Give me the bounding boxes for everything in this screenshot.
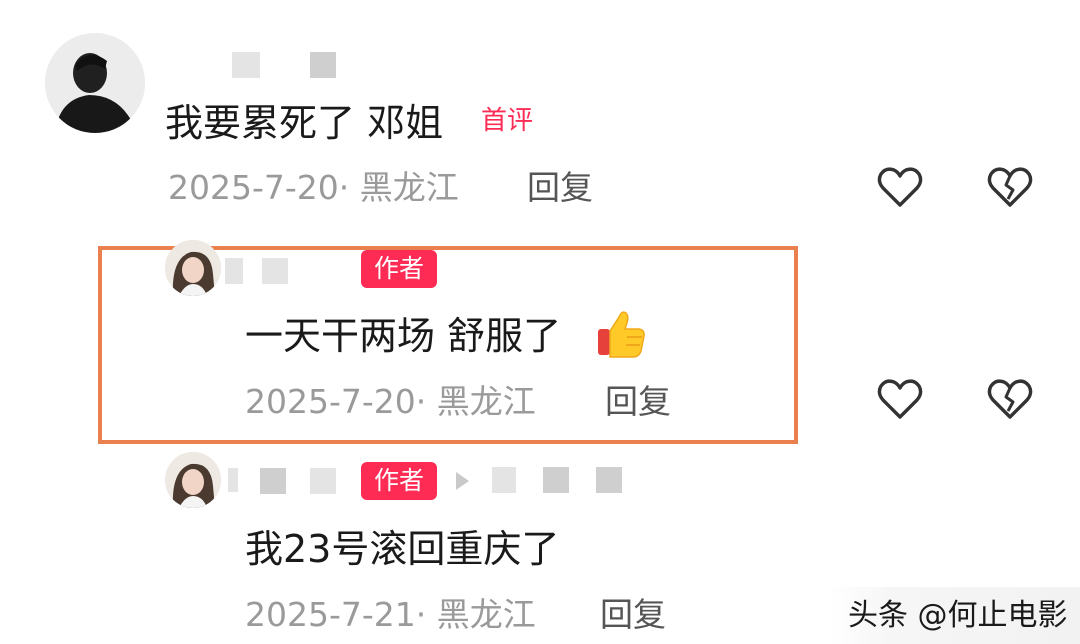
comment-meta: 2025-7-21· 黑龙江 [245,595,536,634]
reply-button[interactable]: 回复 [527,168,593,208]
author-badge: 作者 [361,462,437,500]
broken-heart-icon[interactable] [985,163,1035,213]
blurred-username [492,467,516,493]
author-badge: 作者 [361,250,437,288]
avatar-photo [45,33,145,133]
comment-text: 一天干两场 舒服了 [245,314,562,358]
first-comment-badge: 首评 [481,106,534,136]
blurred-username [596,467,622,493]
comment-meta: 2025-7-20· 黑龙江 [245,382,536,421]
reply-button[interactable]: 回复 [600,595,666,635]
blurred-username [232,52,260,78]
thumbs-up-emoji [598,311,645,358]
avatar-photo [165,452,221,508]
avatar[interactable] [165,240,221,296]
reply-button[interactable]: 回复 [605,382,671,422]
blurred-username [310,52,336,78]
blurred-username [228,468,238,492]
triangle-arrow-icon [456,472,469,490]
comment-text: 我23号滚回重庆了 [245,527,560,571]
broken-heart-icon[interactable] [985,375,1035,425]
blurred-username [262,258,288,284]
blurred-username [543,467,569,493]
blurred-username [225,258,243,284]
blurred-username [310,468,336,494]
watermark-text: 头条 @何止电影 [848,598,1068,633]
avatar[interactable] [165,452,221,508]
comments-screen: 我要累死了 邓姐 首评 2025-7-20· 黑龙江 回复 作者 一天干两场 舒… [0,0,1080,644]
heart-outline-icon[interactable] [875,375,925,425]
blurred-username [260,468,286,494]
avatar[interactable] [45,33,145,133]
heart-outline-icon[interactable] [875,163,925,213]
comment-meta: 2025-7-20· 黑龙江 [168,168,459,207]
comment-text: 我要累死了 邓姐 [165,101,444,145]
watermark: 头条 @何止电影 [828,587,1080,644]
avatar-photo [165,240,221,296]
